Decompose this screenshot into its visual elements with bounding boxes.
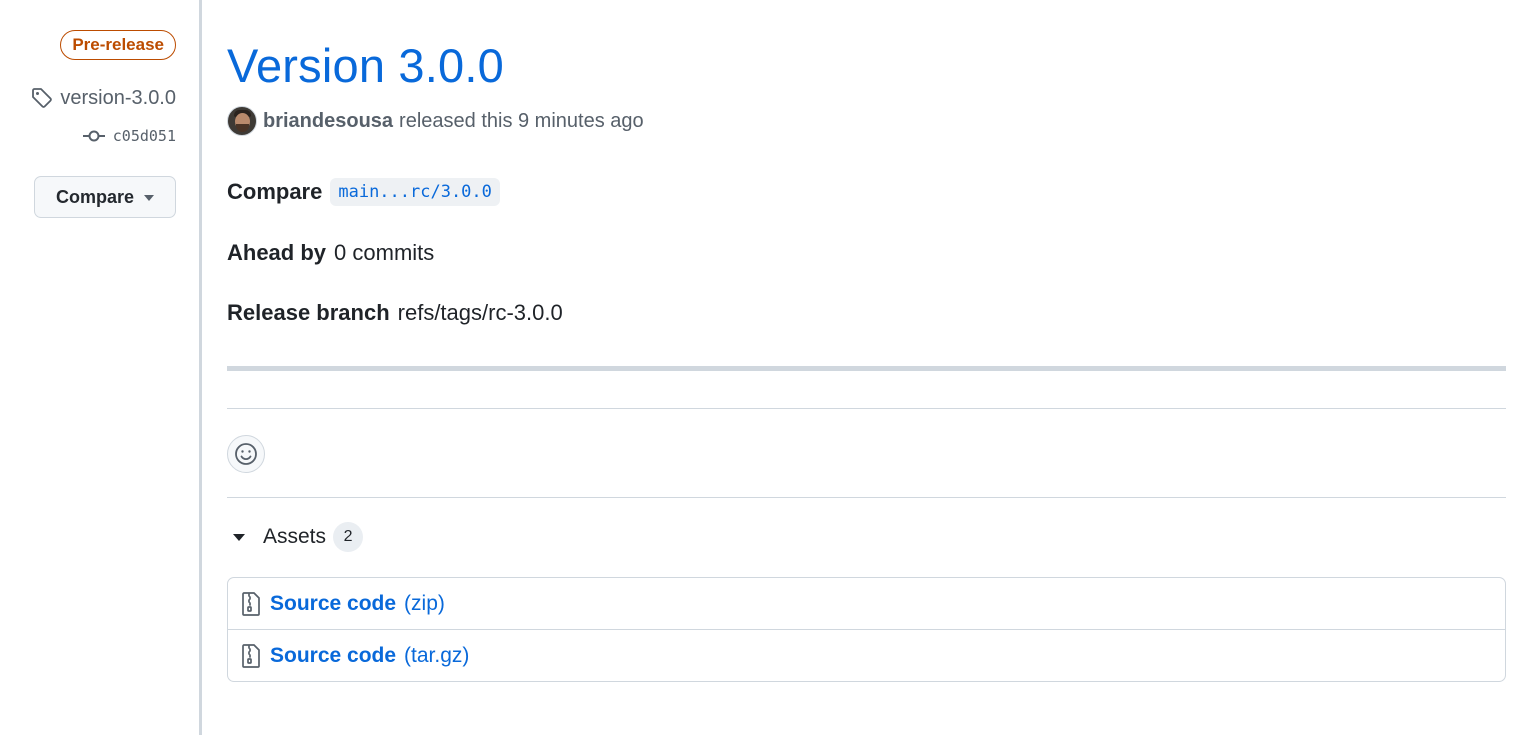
asset-name: Source code: [270, 643, 397, 667]
compare-button[interactable]: Compare: [34, 176, 176, 218]
file-zip-icon: [242, 643, 260, 668]
asset-source-zip[interactable]: Source code (zip): [228, 578, 1505, 629]
released-time: released this 9 minutes ago: [399, 109, 644, 132]
section-divider: [227, 408, 1506, 409]
sidebar-divider: [199, 0, 202, 735]
section-divider-thick: [227, 366, 1506, 371]
smiley-icon: [235, 443, 257, 465]
file-zip-icon: [242, 591, 260, 616]
tag-icon: [32, 88, 53, 108]
compare-line: Compare main...rc/3.0.0: [227, 178, 500, 206]
ahead-line: Ahead by 0 commits: [227, 240, 434, 266]
asset-format: (tar.gz): [404, 643, 470, 667]
ahead-value: 0 commits: [334, 240, 435, 265]
assets-heading: Assets: [263, 525, 327, 548]
author-link[interactable]: briandesousa: [263, 110, 393, 133]
release-sidebar: Pre-release version-3.0.0 c05d051 Compar…: [0, 0, 200, 735]
compare-range-link[interactable]: main...rc/3.0.0: [330, 178, 500, 206]
assets-count-badge: 2: [333, 522, 364, 552]
tag-link[interactable]: version-3.0.0: [30, 86, 176, 110]
git-commit-icon: [82, 130, 105, 142]
asset-name: Source code: [270, 591, 397, 615]
section-divider: [227, 497, 1506, 498]
compare-button-label: Compare: [55, 186, 135, 207]
ahead-label: Ahead by: [227, 240, 327, 265]
release-title[interactable]: Version 3.0.0: [227, 38, 504, 93]
assets-toggle[interactable]: Assets 2: [227, 522, 364, 552]
add-reaction-button[interactable]: [227, 435, 265, 473]
asset-format: (zip): [404, 591, 445, 615]
release-byline: briandesousa released this 9 minutes ago: [227, 106, 644, 136]
branch-line: Release branch refs/tags/rc-3.0.0: [227, 300, 563, 326]
commit-link[interactable]: c05d051: [82, 126, 176, 146]
tag-name: version-3.0.0: [60, 86, 176, 109]
triangle-down-icon: [144, 195, 155, 201]
assets-list: Source code (zip) Source code (tar.gz): [227, 577, 1506, 682]
release-body: Version 3.0.0 briandesousa released this…: [227, 0, 1506, 735]
triangle-down-icon: [233, 533, 245, 541]
commit-sha: c05d051: [112, 127, 176, 145]
compare-label: Compare: [227, 179, 323, 204]
branch-label: Release branch: [227, 300, 390, 325]
pre-release-badge: Pre-release: [60, 30, 176, 60]
branch-value: refs/tags/rc-3.0.0: [397, 300, 563, 325]
asset-source-targz[interactable]: Source code (tar.gz): [228, 629, 1505, 681]
avatar[interactable]: [227, 106, 257, 136]
